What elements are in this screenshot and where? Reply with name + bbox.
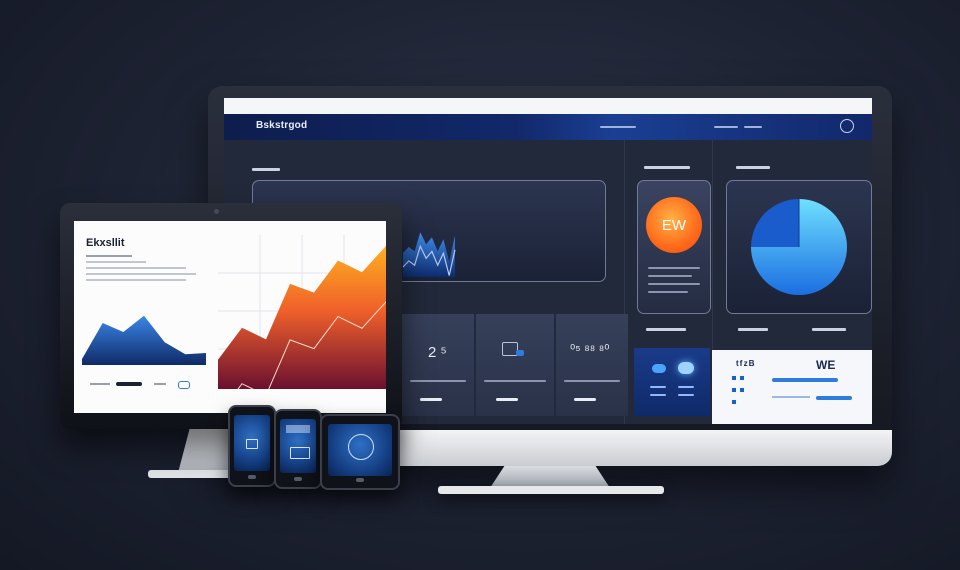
progress-line [816,396,852,400]
nav-item[interactable] [714,126,738,128]
section-label [644,166,690,169]
pie-chart-card[interactable] [726,180,872,314]
laptop-title: Ekxsllit [86,237,125,249]
phone-middle [274,409,322,489]
controls-tile[interactable] [634,348,710,416]
kpi-tile[interactable]: 2 ⁵ [402,314,474,416]
home-button[interactable] [248,475,256,479]
text-line [86,261,146,263]
app-icon [246,439,258,449]
progress-line [772,396,810,398]
home-button[interactable] [294,477,302,481]
text-line [648,275,692,277]
text-line [86,255,132,257]
text-line [86,279,186,281]
summary-left-text: ᵗᶠᶻᴮ [736,358,756,372]
text-line [484,380,546,382]
phone-left [228,405,276,487]
kpi-value: 2 ⁵ [428,344,447,361]
gradient-area-chart [218,235,386,389]
circle-icon [348,434,374,460]
text-line [678,386,694,388]
summary-panel[interactable]: ᵗᶠᶻᴮ WE [712,350,872,424]
text-line [650,394,666,396]
phone-screen [234,415,270,471]
tile-indicator [574,398,596,401]
nav-item[interactable] [600,126,636,128]
dot-icon [740,376,744,380]
nav-item[interactable] [744,126,762,128]
top-navigation: Bskstrgod [224,114,872,140]
text-line [564,380,620,382]
section-label [738,328,768,331]
section-label [736,166,770,169]
kpi-tile[interactable]: ⁰⁵ ⁸⁸ ⁸⁰ [556,314,628,416]
dot-icon [732,388,736,392]
small-monitor-screen: Ekxsllit [74,221,386,413]
kpi-value: ⁰⁵ ⁸⁸ ⁸⁰ [570,342,610,357]
brand-logo[interactable]: Bskstrgod [256,120,307,131]
phone-screen [280,419,316,473]
section-label [812,328,846,331]
dot-icon [516,350,524,356]
section-label [646,328,686,331]
dot-icon [732,400,736,404]
toggle-icon[interactable] [678,362,694,374]
text-line [648,283,700,285]
pie-slice [751,199,799,247]
header-bar [286,425,310,433]
home-button[interactable] [356,478,364,482]
text-line [650,386,666,388]
pie-chart [751,199,847,295]
button[interactable] [116,382,142,386]
text-line [678,394,694,396]
text-line [86,267,186,269]
monitor-stand-foot [438,486,664,494]
app-icon [290,447,310,459]
text-line [648,267,700,269]
toggle-icon[interactable] [652,364,666,373]
stat-card[interactable]: EW [637,180,711,314]
text-line [410,380,466,382]
text-line [90,383,110,385]
small-area-chart [82,315,206,365]
text-line [154,383,166,385]
kpi-tile[interactable] [476,314,554,416]
area-fill [82,315,206,365]
orange-badge: EW [646,197,702,253]
summary-right-text: WE [816,358,836,372]
tablet [320,414,400,490]
browser-bar [224,98,872,114]
tile-indicator [496,398,518,401]
camera-icon [214,209,219,214]
text-line [648,291,688,293]
toggle-icon[interactable] [178,381,190,389]
monitor-stand-neck [490,466,610,488]
tablet-screen [328,424,392,476]
dot-icon [740,388,744,392]
badge-text: EW [661,216,687,234]
section-label [252,168,280,171]
user-avatar-icon[interactable] [840,119,854,133]
tile-indicator [420,398,442,401]
text-line [86,273,196,275]
dot-icon [732,376,736,380]
progress-line [772,378,838,382]
